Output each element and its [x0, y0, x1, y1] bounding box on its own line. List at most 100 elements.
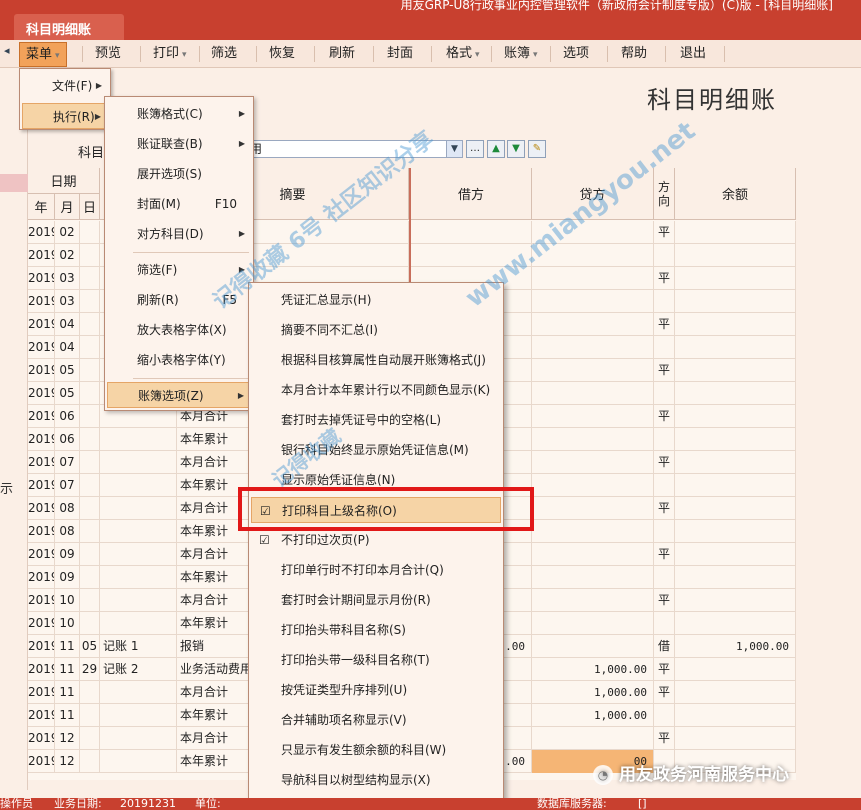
menu-item-voucher-link[interactable]: 账证联查(B) ▶: [107, 131, 251, 157]
cell-m[interactable]: 08: [55, 520, 80, 543]
filter-button[interactable]: 筛选: [211, 42, 237, 66]
cell-y[interactable]: 2019: [28, 244, 55, 267]
cell-dir[interactable]: 平: [654, 543, 675, 566]
cell-dir[interactable]: 借: [654, 635, 675, 658]
exit-button[interactable]: 退出: [680, 42, 706, 66]
cell-m[interactable]: 09: [55, 566, 80, 589]
menu-item-option[interactable]: 打印单行时不打印本月合计(Q): [251, 557, 501, 583]
cell-m[interactable]: 12: [55, 750, 80, 773]
cell-y[interactable]: 2019: [28, 474, 55, 497]
cell-y[interactable]: 2019: [28, 566, 55, 589]
cell-y[interactable]: 2019: [28, 658, 55, 681]
cell-y[interactable]: 2019: [28, 612, 55, 635]
cell-y[interactable]: 2019: [28, 267, 55, 290]
cell-dir[interactable]: 平: [654, 221, 675, 244]
menu-item-option[interactable]: 根据科目核算属性自动展开账簿格式(J): [251, 347, 501, 373]
preview-button[interactable]: 预览: [95, 42, 121, 66]
cell-credit[interactable]: [532, 267, 654, 290]
cell-bal[interactable]: [675, 658, 796, 681]
cell-d[interactable]: [80, 589, 100, 612]
menu-button[interactable]: 菜单 ▾: [19, 42, 67, 67]
cell-m[interactable]: 08: [55, 497, 80, 520]
cell-dir[interactable]: 平: [654, 727, 675, 750]
menu-item-option[interactable]: 套打时去掉凭证号中的空格(L): [251, 407, 501, 433]
cell-credit[interactable]: [532, 428, 654, 451]
cell-dir[interactable]: [654, 428, 675, 451]
cell-d[interactable]: [80, 727, 100, 750]
next-subject-icon[interactable]: ▼: [507, 140, 525, 158]
cell-dir[interactable]: [654, 382, 675, 405]
cell-dir[interactable]: 平: [654, 359, 675, 382]
print-button[interactable]: 打印 ▾: [153, 42, 187, 66]
cell-y[interactable]: 2019: [28, 520, 55, 543]
cell-credit[interactable]: [532, 359, 654, 382]
cell-v[interactable]: 记账 2: [100, 658, 177, 681]
menu-item-refresh[interactable]: 刷新(R) F5: [107, 287, 251, 313]
cell-m[interactable]: 07: [55, 451, 80, 474]
cell-credit[interactable]: [532, 635, 654, 658]
cell-bal[interactable]: [675, 497, 796, 520]
cell-m[interactable]: 03: [55, 290, 80, 313]
cell-dir[interactable]: 平: [654, 658, 675, 681]
cell-d[interactable]: [80, 497, 100, 520]
cell-bal[interactable]: [675, 290, 796, 313]
cell-d[interactable]: [80, 221, 100, 244]
cell-credit[interactable]: [532, 566, 654, 589]
cell-d[interactable]: [80, 428, 100, 451]
menu-item-option[interactable]: 打印抬头带科目名称(S): [251, 617, 501, 643]
cell-credit[interactable]: 1,000.00: [532, 681, 654, 704]
cell-bal[interactable]: 1,000.00: [675, 635, 796, 658]
cell-bal[interactable]: [675, 382, 796, 405]
cell-dir[interactable]: 平: [654, 681, 675, 704]
cell-dir[interactable]: [654, 704, 675, 727]
cell-y[interactable]: 2019: [28, 221, 55, 244]
cell-d[interactable]: [80, 267, 100, 290]
cell-d[interactable]: [80, 750, 100, 773]
cell-v[interactable]: [100, 451, 177, 474]
cell-bal[interactable]: [675, 727, 796, 750]
cell-v[interactable]: [100, 612, 177, 635]
cell-credit[interactable]: [532, 313, 654, 336]
cell-dir[interactable]: [654, 244, 675, 267]
menu-item-option[interactable]: 只显示有发生额余额的科目(W): [251, 737, 501, 763]
cell-m[interactable]: 06: [55, 405, 80, 428]
cell-credit[interactable]: 1,000.00: [532, 704, 654, 727]
menu-item-option[interactable]: 按凭证类型升序排列(U): [251, 677, 501, 703]
format-button[interactable]: 格式 ▾: [446, 42, 480, 66]
cell-d[interactable]: [80, 244, 100, 267]
cell-credit[interactable]: [532, 290, 654, 313]
cell-dir[interactable]: [654, 520, 675, 543]
cell-y[interactable]: 2019: [28, 359, 55, 382]
cell-bal[interactable]: [675, 428, 796, 451]
cell-credit[interactable]: [532, 382, 654, 405]
cell-d[interactable]: [80, 313, 100, 336]
cell-d[interactable]: [80, 474, 100, 497]
cell-v[interactable]: [100, 589, 177, 612]
cell-v[interactable]: [100, 474, 177, 497]
cell-v[interactable]: [100, 681, 177, 704]
cell-v[interactable]: [100, 704, 177, 727]
menu-item-option[interactable]: 打印抬头带一级科目名称(T): [251, 647, 501, 673]
options-button[interactable]: 选项: [563, 42, 589, 66]
menu-item-option[interactable]: 套打时会计期间显示月份(R): [251, 587, 501, 613]
menu-item-enlarge-font[interactable]: 放大表格字体(X): [107, 317, 251, 343]
cell-d[interactable]: 05: [80, 635, 100, 658]
cell-v[interactable]: [100, 566, 177, 589]
cell-debit[interactable]: [411, 221, 532, 244]
cell-dir[interactable]: 平: [654, 313, 675, 336]
cell-v[interactable]: 记账 1: [100, 635, 177, 658]
cell-m[interactable]: 05: [55, 382, 80, 405]
document-tab[interactable]: 科目明细账: [14, 14, 124, 40]
cover-button[interactable]: 封面: [387, 42, 413, 66]
cell-y[interactable]: 2019: [28, 290, 55, 313]
cell-v[interactable]: [100, 520, 177, 543]
cell-credit[interactable]: [532, 474, 654, 497]
cell-bal[interactable]: [675, 313, 796, 336]
cell-bal[interactable]: [675, 359, 796, 382]
cell-y[interactable]: 2019: [28, 405, 55, 428]
restore-button[interactable]: 恢复: [269, 42, 295, 66]
cell-d[interactable]: [80, 612, 100, 635]
cell-y[interactable]: 2019: [28, 497, 55, 520]
cell-bal[interactable]: [675, 589, 796, 612]
cell-dir[interactable]: [654, 566, 675, 589]
